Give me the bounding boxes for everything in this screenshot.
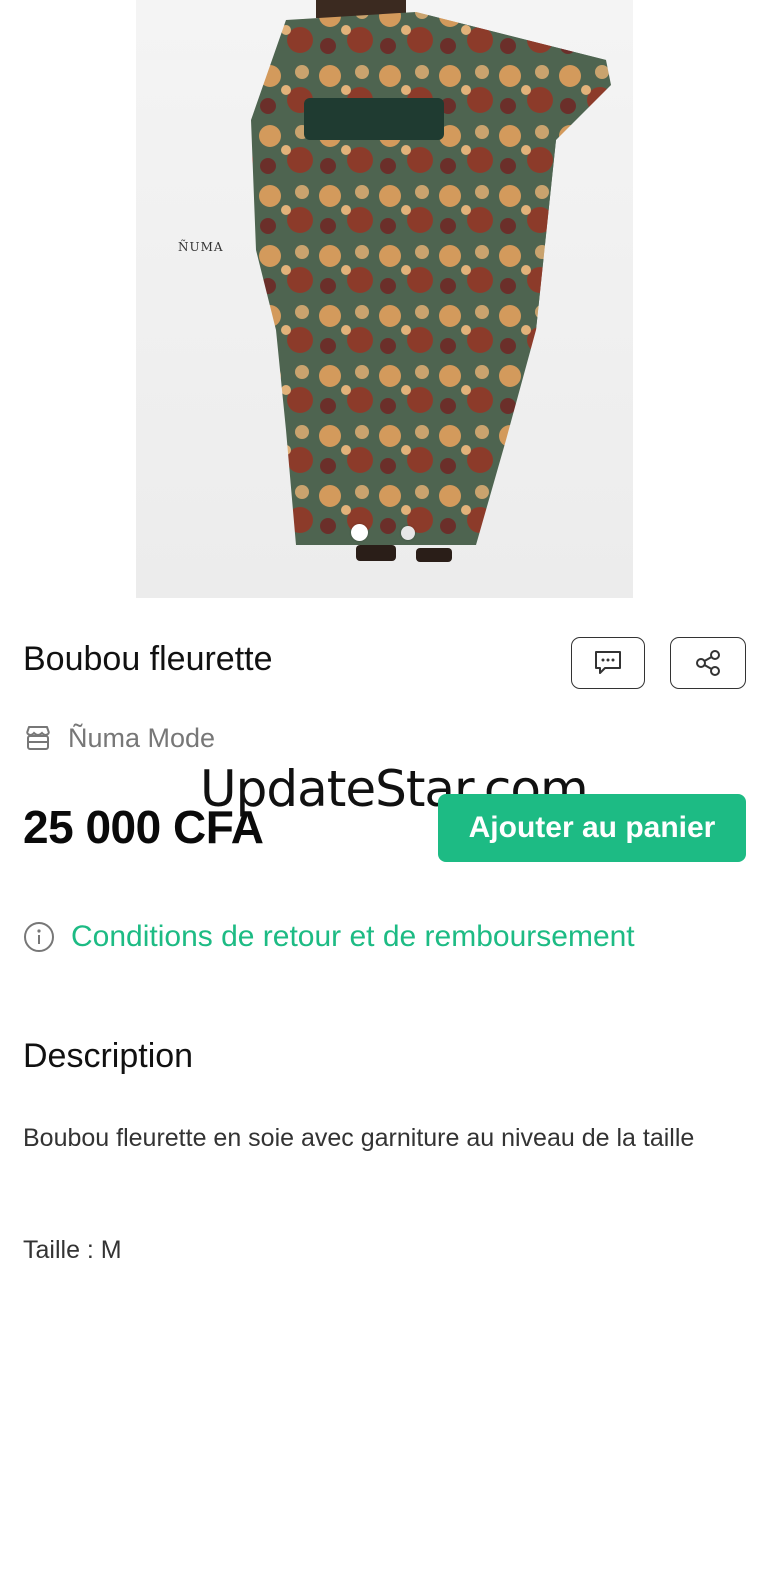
shop-link[interactable]: Ñuma Mode [23,720,215,756]
share-button[interactable] [670,637,746,689]
shop-icon [26,726,50,750]
product-title: Boubou fleurette [23,640,273,678]
product-price: 25 000 CFA [23,801,264,853]
description-size: Taille : M [23,1236,122,1264]
carousel-dot[interactable] [401,526,415,540]
carousel-indicators [136,524,633,542]
carousel-dot-active[interactable] [351,524,368,541]
description-heading: Description [23,1037,194,1075]
share-icon [696,650,720,676]
return-policy-row[interactable]: Conditions de retour et de remboursement [23,920,635,954]
description-text: Boubou fleurette en soie avec garniture … [23,1124,695,1152]
info-icon [24,922,54,952]
return-policy-link[interactable]: Conditions de retour et de remboursement [71,920,635,954]
product-image[interactable]: ÑUMA [136,0,633,598]
add-to-cart-button[interactable]: Ajouter au panier [438,794,746,862]
brand-mark: ÑUMA [178,240,224,254]
product-photo [251,0,611,562]
chat-button[interactable] [571,637,645,689]
chat-icon [595,651,621,674]
shop-name[interactable]: Ñuma Mode [68,723,215,754]
